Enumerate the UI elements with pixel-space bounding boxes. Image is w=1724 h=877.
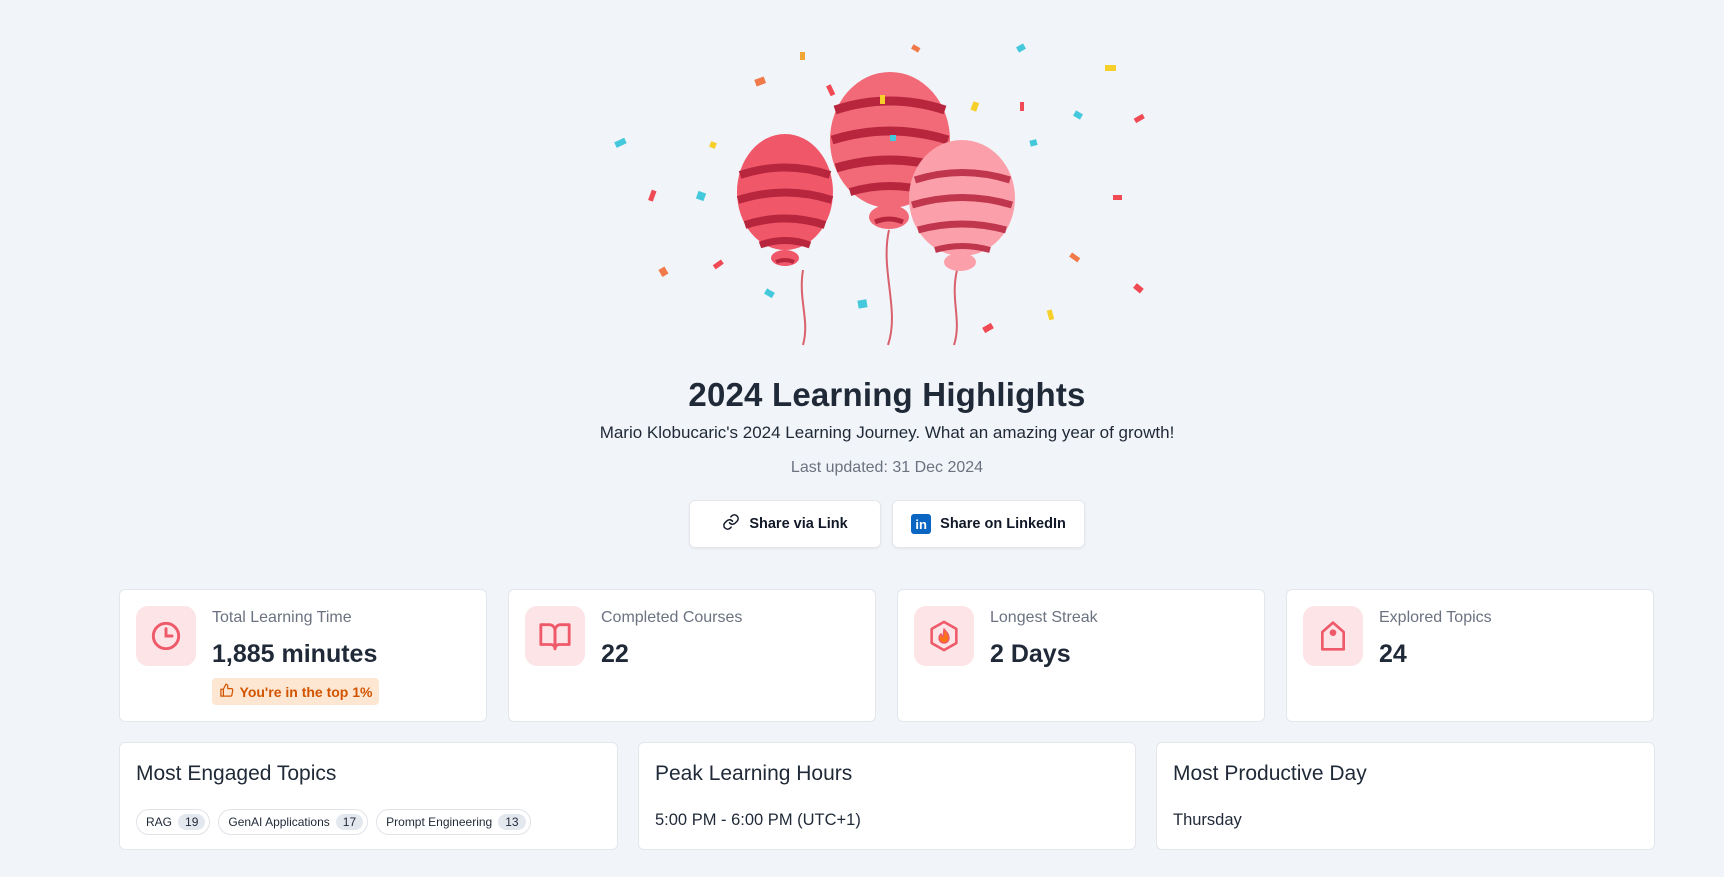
- page-title: 2024 Learning Highlights: [688, 376, 1086, 413]
- topic-chips: RAG 19 GenAI Applications 17 Prompt Engi…: [136, 809, 531, 835]
- stat-label: Longest Streak: [990, 609, 1098, 626]
- panel-title: Most Engaged Topics: [136, 762, 337, 785]
- stat-card-learning-time: Total Learning Time 1,885 minutes You're…: [119, 589, 487, 722]
- linkedin-icon: in: [911, 514, 932, 534]
- panel-title: Peak Learning Hours: [655, 762, 853, 785]
- stat-label: Completed Courses: [601, 609, 743, 626]
- clock-icon: [136, 606, 196, 666]
- topic-chip-prompt-engineering[interactable]: Prompt Engineering 13: [376, 809, 531, 835]
- topic-count: 13: [498, 814, 526, 830]
- productive-day-value: Thursday: [1173, 811, 1242, 829]
- stat-card-completed-courses: Completed Courses 22: [508, 589, 876, 722]
- flame-hexagon-icon: [914, 606, 974, 666]
- link-icon: [722, 513, 740, 535]
- topic-name: RAG: [146, 815, 173, 829]
- topic-count: 17: [335, 814, 364, 830]
- share-on-linkedin-label: Share on LinkedIn: [940, 516, 1066, 532]
- stat-value: 1,885 minutes: [212, 640, 378, 668]
- stat-label: Explored Topics: [1379, 609, 1492, 626]
- peak-learning-hours-card: Peak Learning Hours 5:00 PM - 6:00 PM (U…: [638, 742, 1136, 850]
- last-updated-text: Last updated: 31 Dec 2024: [790, 459, 984, 476]
- stat-card-explored-topics: Explored Topics 24: [1286, 589, 1654, 722]
- balloons-confetti-art: [614, 43, 1145, 346]
- stat-card-longest-streak: Longest Streak 2 Days: [897, 589, 1265, 722]
- most-productive-day-card: Most Productive Day Thursday: [1156, 742, 1655, 850]
- top-percent-text: You're in the top 1%: [239, 683, 373, 700]
- topic-name: GenAI Applications: [228, 815, 330, 829]
- top-percent-badge: You're in the top 1%: [212, 678, 379, 705]
- panel-title: Most Productive Day: [1173, 762, 1367, 785]
- balloons-illustration: [600, 40, 1160, 350]
- stat-value: 24: [1379, 640, 1407, 668]
- share-on-linkedin-button[interactable]: in Share on LinkedIn: [892, 500, 1085, 548]
- book-icon: [525, 606, 585, 666]
- stat-label: Total Learning Time: [212, 609, 352, 626]
- topic-chip-genai-applications[interactable]: GenAI Applications 17: [218, 809, 369, 835]
- page-subtitle: Mario Klobucaric's 2024 Learning Journey…: [599, 423, 1175, 442]
- tag-icon: [1303, 606, 1363, 666]
- stat-value: 2 Days: [990, 640, 1071, 668]
- thumbs-up-icon: [219, 683, 234, 701]
- most-engaged-topics-card: Most Engaged Topics RAG 19 GenAI Applica…: [119, 742, 618, 850]
- peak-hours-value: 5:00 PM - 6:00 PM (UTC+1): [655, 811, 861, 829]
- topic-count: 19: [178, 814, 206, 830]
- topic-chip-rag[interactable]: RAG 19: [136, 809, 211, 835]
- share-via-link-button[interactable]: Share via Link: [689, 500, 881, 548]
- stat-value: 22: [601, 640, 629, 668]
- share-via-link-label: Share via Link: [749, 516, 848, 532]
- topic-name: Prompt Engineering: [386, 815, 493, 829]
